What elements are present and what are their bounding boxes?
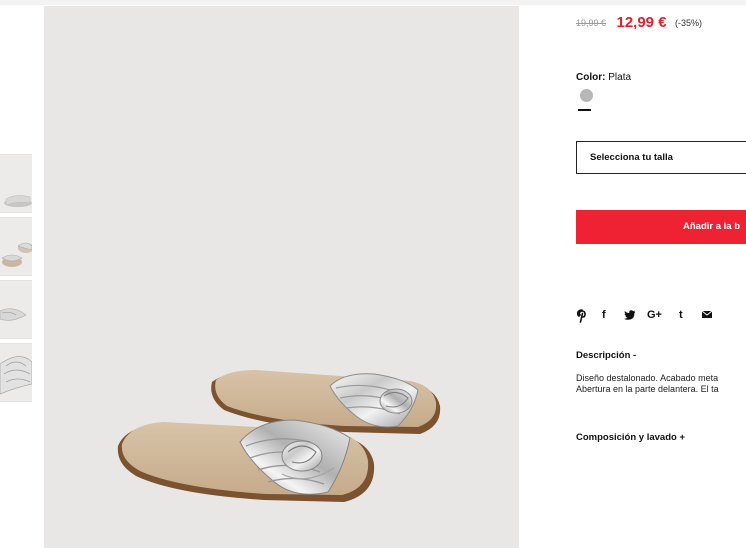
thumbnail-3[interactable] (0, 280, 32, 339)
add-to-bag-button[interactable]: Añadir a la b (576, 210, 746, 244)
twitter-icon[interactable] (624, 307, 636, 326)
top-divider (0, 0, 746, 5)
sandals-illustration (117, 370, 441, 502)
old-price: 19,99 € (576, 17, 607, 28)
thumbnail-4[interactable] (0, 343, 32, 402)
description-line: Abertura en la parte delantera. El ta (576, 384, 719, 394)
discount-badge: (-35%) (674, 17, 702, 28)
description-text: Diseño destalonado. Acabado meta Abertur… (576, 373, 746, 395)
color-value: Plata (608, 72, 632, 83)
selected-swatch-indicator (578, 109, 591, 111)
price-row: 19,99 € 12,99 € (-35%) (576, 14, 702, 32)
facebook-icon[interactable]: f (602, 307, 606, 323)
color-label-key: Color: (576, 72, 606, 83)
google-plus-icon[interactable]: G+ (647, 307, 662, 323)
pinterest-icon[interactable] (576, 307, 587, 328)
composition-toggle[interactable]: Composición y lavado + (576, 432, 685, 443)
thumbnail-2[interactable] (0, 217, 32, 276)
thumbnail-1[interactable] (0, 154, 32, 213)
email-icon[interactable] (701, 307, 713, 324)
size-select[interactable]: Selecciona tu talla (576, 141, 746, 174)
tumblr-icon[interactable]: t (679, 307, 683, 323)
color-label: Color: Plata (576, 72, 631, 83)
color-swatch-silver[interactable] (580, 89, 593, 102)
description-toggle[interactable]: Descripción - (576, 350, 636, 361)
product-main-image[interactable] (44, 6, 519, 548)
sale-price: 12,99 € (616, 14, 667, 32)
description-line: Diseño destalonado. Acabado meta (576, 373, 719, 383)
